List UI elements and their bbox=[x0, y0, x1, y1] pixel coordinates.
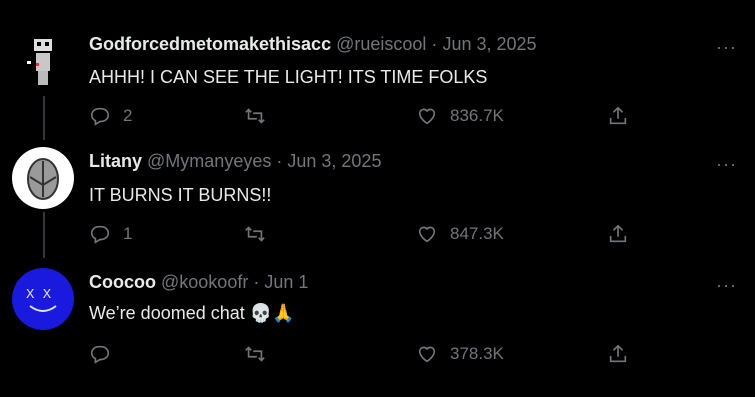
reply-count: 1 bbox=[123, 224, 133, 243]
tweet-header: Litany @Mymanyeyes · Jun 3, 2025 bbox=[89, 150, 381, 172]
heart-icon bbox=[418, 346, 436, 363]
separator-dot: · bbox=[431, 34, 438, 54]
tweet-text: AHHH! I CAN SEE THE LIGHT! ITS TIME FOLK… bbox=[89, 67, 488, 87]
like-count: 847.3K bbox=[450, 224, 504, 243]
retweet-button[interactable] bbox=[244, 223, 266, 245]
tweet-text: IT BURNS IT BURNS!! bbox=[89, 185, 272, 205]
reply-icon bbox=[90, 107, 110, 126]
avatar[interactable] bbox=[12, 33, 74, 95]
retweet-icon bbox=[245, 346, 265, 362]
like-count: 836.7K bbox=[450, 106, 504, 125]
retweet-icon bbox=[245, 108, 265, 124]
share-icon bbox=[609, 106, 627, 125]
display-name[interactable]: Litany bbox=[89, 151, 142, 171]
share-button[interactable] bbox=[607, 105, 629, 127]
tweet-header: Godforcedmetomakethisacc @rueiscool · Ju… bbox=[89, 33, 537, 55]
skull-praying-emoji: 💀🙏 bbox=[249, 303, 295, 323]
tweet-actions: 1 847.3K bbox=[89, 223, 755, 249]
like-button[interactable]: 378.3K bbox=[416, 343, 504, 365]
heart-icon bbox=[418, 108, 436, 125]
avatar[interactable]: X X bbox=[12, 268, 74, 330]
like-count: 378.3K bbox=[450, 344, 504, 363]
reply-button[interactable]: 2 bbox=[89, 105, 132, 127]
share-icon bbox=[609, 344, 627, 363]
share-button[interactable] bbox=[607, 223, 629, 245]
separator-dot: · bbox=[253, 272, 260, 292]
avatar[interactable] bbox=[12, 147, 74, 209]
tweet-2[interactable]: Litany @Mymanyeyes · Jun 3, 2025 ··· IT … bbox=[0, 147, 755, 250]
skull-ghost-avatar-art bbox=[27, 39, 52, 85]
display-name[interactable]: Coocoo bbox=[89, 272, 156, 292]
retweet-button[interactable] bbox=[244, 105, 266, 127]
reply-icon bbox=[90, 345, 110, 364]
tweet-1[interactable]: Godforcedmetomakethisacc @rueiscool · Ju… bbox=[0, 33, 755, 133]
helmet-avatar-art bbox=[27, 158, 59, 200]
user-handle[interactable]: @kookoofr bbox=[161, 272, 248, 292]
reply-icon bbox=[90, 225, 110, 244]
tweet-date[interactable]: Jun 1 bbox=[264, 272, 308, 292]
tweet-actions: 378.3K bbox=[89, 343, 755, 369]
tweet-date[interactable]: Jun 3, 2025 bbox=[442, 34, 536, 54]
more-options-button[interactable]: ··· bbox=[716, 275, 737, 296]
tweet-text-container: We’re doomed chat 💀🙏 bbox=[89, 301, 295, 325]
pixel-face-avatar-art: X X bbox=[26, 287, 57, 312]
like-button[interactable]: 836.7K bbox=[416, 105, 504, 127]
share-icon bbox=[609, 224, 627, 243]
user-handle[interactable]: @rueiscool bbox=[336, 34, 426, 54]
reply-button[interactable]: 1 bbox=[89, 223, 132, 245]
reply-button[interactable] bbox=[89, 343, 123, 365]
more-options-button[interactable]: ··· bbox=[716, 37, 737, 58]
tweet-3[interactable]: X X Coocoo @kookoofr · Jun 1 ··· We’re d… bbox=[0, 268, 755, 371]
tweet-header: Coocoo @kookoofr · Jun 1 bbox=[89, 271, 308, 293]
heart-icon bbox=[418, 226, 436, 243]
display-name[interactable]: Godforcedmetomakethisacc bbox=[89, 34, 331, 54]
tweet-text: We’re doomed chat bbox=[89, 303, 245, 323]
separator-dot: · bbox=[276, 151, 283, 171]
reply-count: 2 bbox=[123, 106, 133, 125]
tweet-date[interactable]: Jun 3, 2025 bbox=[287, 151, 381, 171]
tweet-actions: 2 836.7K bbox=[89, 105, 755, 131]
share-button[interactable] bbox=[607, 343, 629, 365]
more-options-button[interactable]: ··· bbox=[716, 154, 737, 175]
retweet-icon bbox=[245, 226, 265, 242]
user-handle[interactable]: @Mymanyeyes bbox=[147, 151, 271, 171]
svg-text:X X: X X bbox=[26, 287, 52, 303]
like-button[interactable]: 847.3K bbox=[416, 223, 504, 245]
retweet-button[interactable] bbox=[244, 343, 266, 365]
